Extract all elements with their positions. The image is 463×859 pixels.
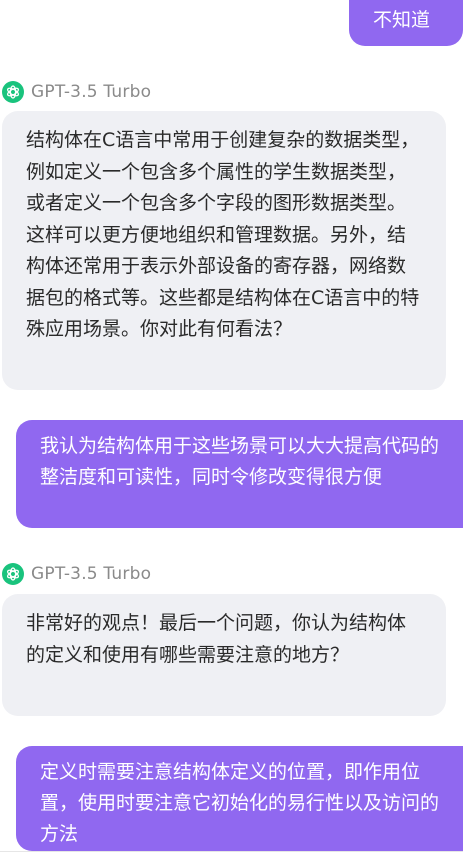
assistant-message-header: GPT-3.5 Turbo <box>2 79 151 105</box>
openai-logo-icon <box>2 81 24 103</box>
assistant-message-text: 非常好的观点！最后一个问题，你认为结构体的定义和使用有哪些需要注意的地方？ <box>26 612 407 666</box>
model-name: GPT-3.5 Turbo <box>31 564 152 584</box>
assistant-message: 结构体在C语言中常用于创建复杂的数据类型，例如定义一个包含多个属性的学生数据类型… <box>2 111 446 390</box>
user-message: 我认为结构体用于这些场景可以大大提高代码的整洁度和可读性，同时令修改变得很方便 <box>16 420 463 528</box>
openai-logo-icon <box>2 563 24 585</box>
assistant-message-text: 结构体在C语言中常用于创建复杂的数据类型，例如定义一个包含多个属性的学生数据类型… <box>26 129 420 340</box>
user-message: 定义时需要注意结构体定义的位置，即作用位置，使用时要注意它初始化的易行性以及访问… <box>16 746 463 851</box>
user-message-text: 定义时需要注意结构体定义的位置，即作用位置，使用时要注意它初始化的易行性以及访问… <box>40 761 440 845</box>
user-message-text: 不知道 <box>373 9 431 31</box>
assistant-message-header: GPT-3.5 Turbo <box>2 561 151 587</box>
assistant-message: 非常好的观点！最后一个问题，你认为结构体的定义和使用有哪些需要注意的地方？ <box>2 594 446 716</box>
divider <box>0 851 463 852</box>
user-message: 不知道 <box>349 0 463 46</box>
model-name: GPT-3.5 Turbo <box>31 82 152 102</box>
user-message-text: 我认为结构体用于这些场景可以大大提高代码的整洁度和可读性，同时令修改变得很方便 <box>40 435 440 488</box>
